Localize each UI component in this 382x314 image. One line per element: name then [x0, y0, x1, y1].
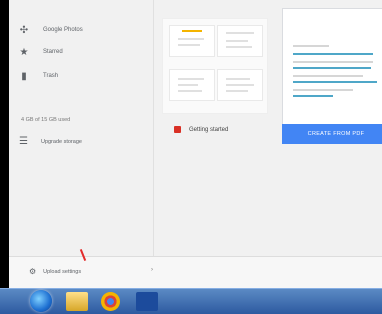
template-grid	[162, 18, 268, 114]
upgrade-storage-link[interactable]: ☰ Upgrade storage	[19, 136, 82, 147]
folder-icon[interactable]	[66, 292, 88, 311]
template-thumbnail[interactable]	[169, 25, 215, 57]
storage-usage: 4 GB of 15 GB used	[21, 117, 71, 123]
main-panel: Getting started CREATE FROM PDF	[153, 0, 382, 288]
trash-icon: ▮	[21, 70, 27, 82]
storage-icon: ☰	[19, 136, 28, 147]
template-thumbnail[interactable]	[217, 25, 263, 57]
upgrade-storage-label: Upgrade storage	[40, 138, 82, 145]
pinwheel-icon: ✣	[19, 24, 29, 36]
template-thumbnail[interactable]	[217, 69, 263, 101]
drive-window: ✣ Google Photos ★ Starred ▮ Trash 4 GB o…	[9, 0, 382, 288]
sidebar: ✣ Google Photos ★ Starred ▮ Trash 4 GB o…	[9, 0, 153, 288]
taskbar	[0, 288, 382, 314]
template-item[interactable]: Getting started	[174, 126, 228, 133]
sidebar-item-photos[interactable]: ✣ Google Photos	[19, 22, 83, 38]
create-button[interactable]: CREATE FROM PDF	[282, 124, 382, 144]
sidebar-item-label: Trash	[43, 73, 59, 79]
star-icon: ★	[19, 46, 29, 58]
start-orb-icon[interactable]	[30, 290, 52, 312]
sidebar-item-trash[interactable]: ▮ Trash	[19, 68, 58, 84]
gear-icon: ⚙	[29, 267, 37, 276]
sidebar-item-label: Google Photos	[43, 27, 83, 33]
upload-settings-label: Upload settings	[43, 268, 82, 275]
document-preview[interactable]	[282, 8, 382, 126]
chrome-icon[interactable]	[101, 292, 120, 311]
chevron-right-icon[interactable]: ›	[151, 267, 153, 273]
word-icon[interactable]	[136, 292, 158, 311]
template-thumbnail[interactable]	[169, 69, 215, 101]
sidebar-item-starred[interactable]: ★ Starred	[19, 44, 63, 60]
template-item-label: Getting started	[189, 126, 229, 133]
footer-bar: ⚙ Upload settings ›	[9, 256, 382, 288]
upload-settings-button[interactable]: ⚙ Upload settings	[29, 267, 81, 276]
sidebar-item-label: Starred	[43, 49, 63, 55]
pdf-icon	[174, 126, 181, 133]
